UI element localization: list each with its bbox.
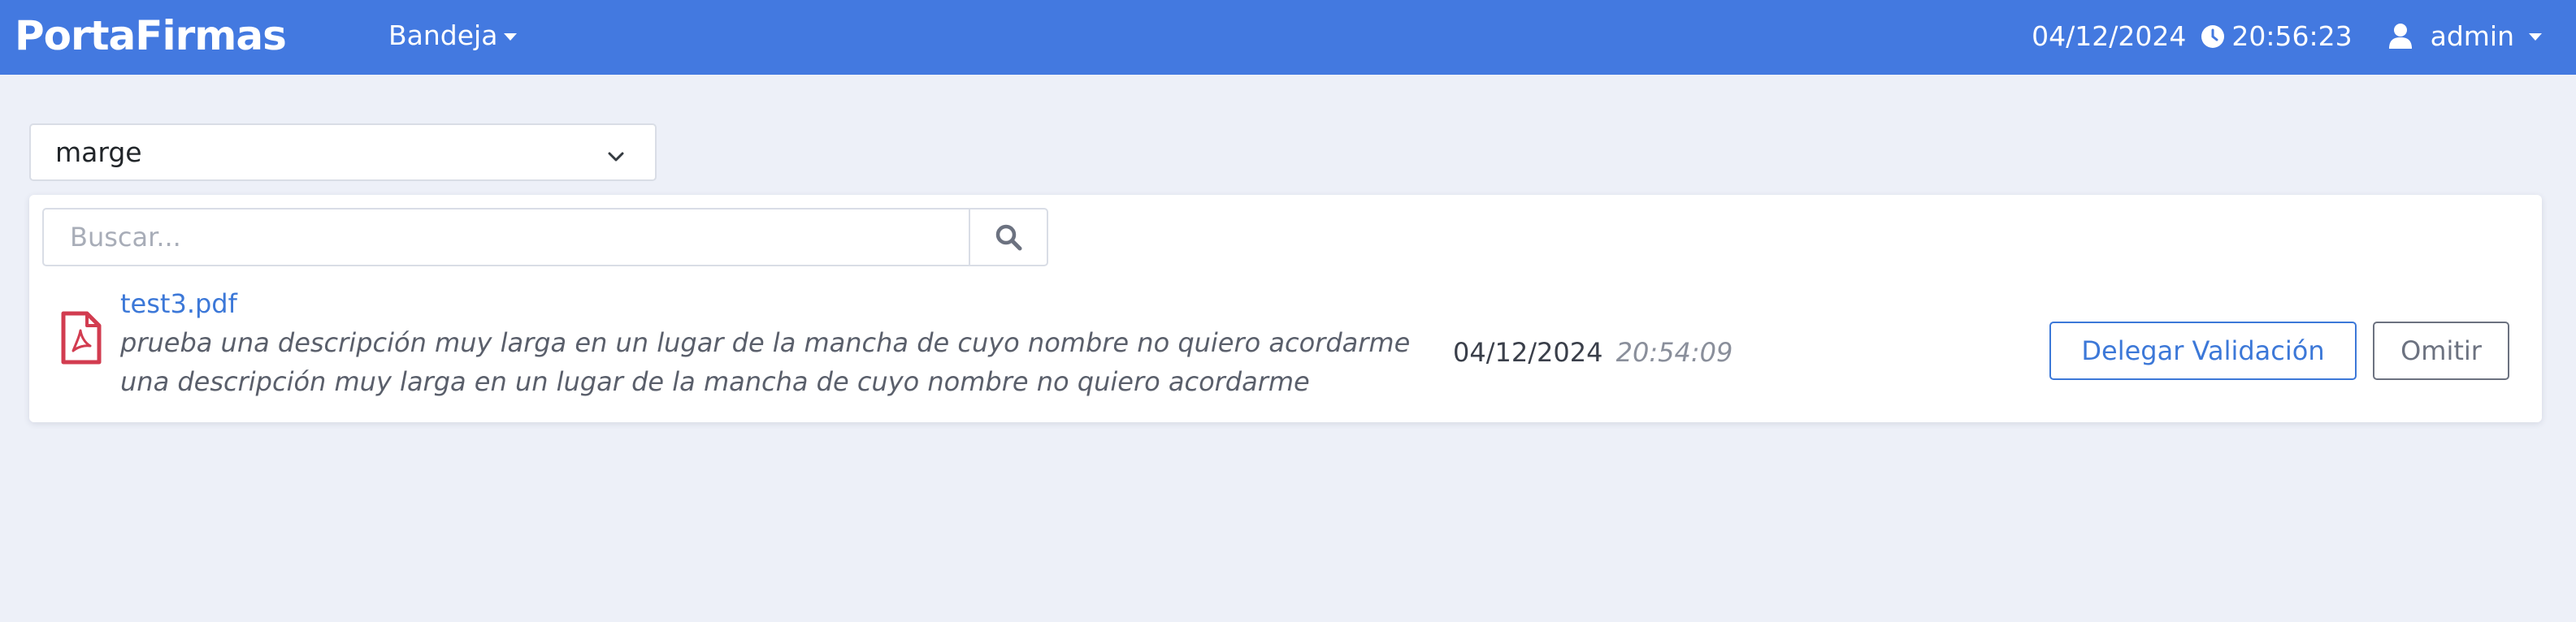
brand-logo[interactable]: PortaFirmas: [15, 10, 287, 62]
current-date: 04/12/2024: [2032, 19, 2187, 52]
document-timestamp: 04/12/2024 20:54:09: [1453, 335, 1733, 370]
document-description: prueba una descripción muy larga en un l…: [120, 327, 1411, 397]
current-time: 20:56:23: [2231, 19, 2353, 52]
pdf-file-icon: [60, 310, 102, 365]
documents-card: test3.pdf prueba una descripción muy lar…: [29, 195, 2542, 422]
chevron-down-icon: [605, 143, 627, 166]
search-button[interactable]: [969, 208, 1048, 266]
navbar-right: 04/12/2024 20:56:23 admin: [2032, 15, 2542, 57]
search-group: [42, 208, 1078, 266]
clock-icon: [2201, 24, 2225, 48]
document-time: 20:54:09: [1615, 337, 1733, 368]
document-date: 04/12/2024: [1453, 337, 1603, 368]
document-link[interactable]: test3.pdf: [120, 286, 237, 322]
user-filter-select[interactable]: marge: [29, 123, 657, 181]
user-dropdown[interactable]: admin: [2388, 20, 2542, 52]
caret-down-icon: [504, 32, 518, 41]
skip-button[interactable]: Omitir: [2373, 322, 2509, 380]
search-input[interactable]: [42, 208, 969, 266]
search-icon: [995, 224, 1022, 251]
top-navbar: PortaFirmas Bandeja 04/12/2024 20:56:23 …: [0, 0, 2576, 75]
bandeja-dropdown[interactable]: Bandeja: [388, 15, 518, 57]
document-row: test3.pdf prueba una descripción muy lar…: [29, 284, 2542, 414]
user-dropdown-label: admin: [2430, 19, 2514, 52]
user-icon: [2388, 23, 2413, 49]
user-filter-value: marge: [55, 136, 142, 168]
bandeja-dropdown-label: Bandeja: [388, 19, 498, 51]
caret-down-icon: [2529, 32, 2542, 41]
delegate-validation-button[interactable]: Delegar Validación: [2049, 322, 2357, 380]
